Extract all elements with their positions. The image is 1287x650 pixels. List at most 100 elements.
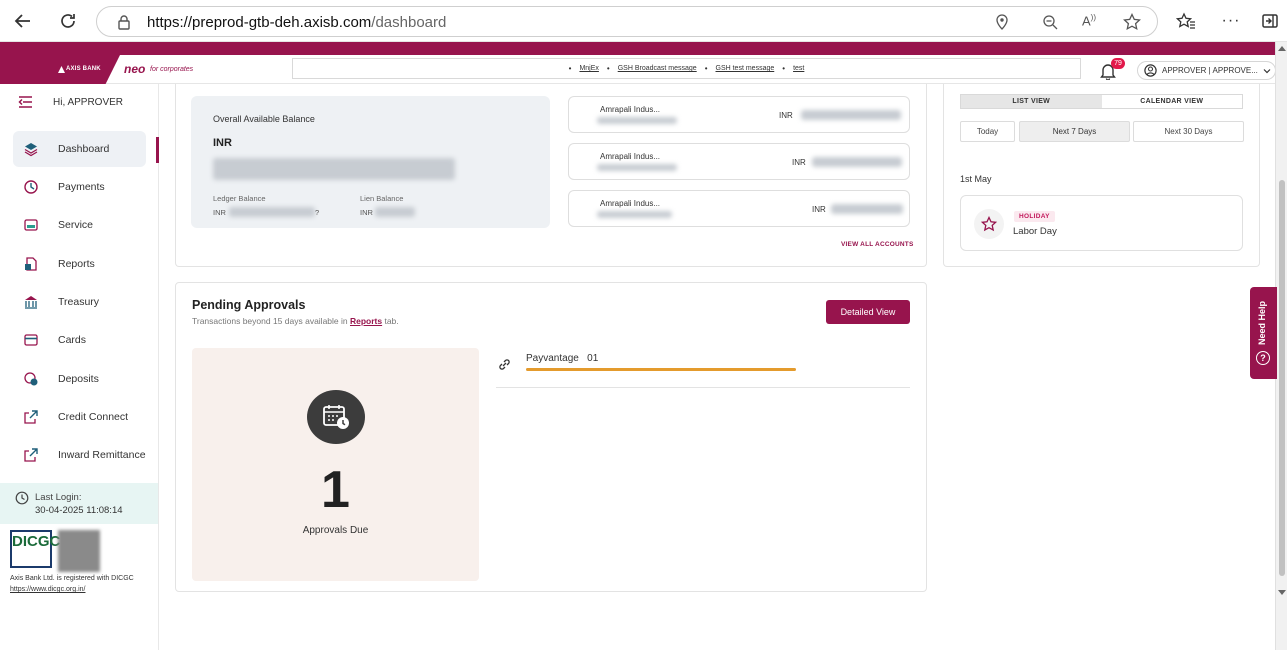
scroll-down-icon[interactable] [1278, 590, 1286, 595]
deposits-icon [24, 372, 38, 386]
product-subtitle: for corporates [150, 66, 194, 73]
scroll-thumb[interactable] [1279, 180, 1285, 576]
holiday-event-card[interactable]: HOLIDAY Labor Day [960, 195, 1243, 251]
account-card[interactable]: Amrapali Indus... INR [568, 190, 910, 227]
url-host: https://preprod-gtb-deh.axisb.com [147, 14, 372, 31]
sidebar-item-payments[interactable]: Payments [13, 169, 146, 205]
card-icon [24, 334, 38, 346]
sidebar-item-inward-remittance[interactable]: Inward Remittance [13, 437, 146, 473]
approvals-due-panel[interactable]: 1 Approvals Due [192, 348, 479, 581]
axis-logo-block[interactable]: AXIS BANK [0, 55, 120, 84]
detailed-view-button[interactable]: Detailed View [826, 300, 910, 324]
user-avatar-icon [1144, 64, 1157, 77]
dicgc-logo: DICGC [10, 530, 60, 568]
ticker-item[interactable]: MnjEx [579, 65, 598, 72]
axis-logo-icon [58, 66, 65, 73]
calendar-clock-icon [307, 390, 365, 444]
sidebar-item-label: Cards [58, 334, 87, 346]
user-name: APPROVER | APPROVE... [1162, 66, 1258, 75]
zoom-out-icon[interactable] [1042, 14, 1058, 35]
payments-icon [24, 180, 38, 194]
active-indicator [156, 137, 159, 163]
last-login-label: Last Login: [35, 492, 82, 503]
refresh-icon[interactable] [55, 8, 81, 34]
pending-approvals-subtitle: Transactions beyond 15 days available in… [192, 316, 399, 326]
subtitle-text: Transactions beyond 15 days available in [192, 316, 350, 326]
read-aloud-icon[interactable]: A)) [1082, 13, 1096, 28]
sidebar-item-cards[interactable]: Cards [13, 322, 146, 358]
masked-account-balance [812, 157, 902, 167]
range-next-7-days-button[interactable]: Next 7 Days [1019, 121, 1130, 142]
subtitle-text: tab. [382, 316, 399, 326]
browser-toolbar: https://preprod-gtb-deh.axisb.com/dashbo… [0, 0, 1287, 42]
more-options-icon[interactable]: ··· [1218, 8, 1244, 34]
ticker-item[interactable]: GSH test message [716, 65, 775, 72]
account-card[interactable]: Amrapali Indus... INR [568, 143, 910, 180]
address-bar[interactable]: https://preprod-gtb-deh.axisb.com/dashbo… [96, 6, 1158, 37]
sidebar-item-label: Treasury [58, 296, 100, 308]
account-card[interactable]: Amrapali Indus... INR [568, 96, 910, 133]
approvals-count: 1 [321, 461, 350, 519]
scroll-up-icon[interactable] [1278, 46, 1286, 51]
ticker-item[interactable]: GSH Broadcast message [618, 65, 697, 72]
view-all-accounts-link[interactable]: VIEW ALL ACCOUNTS [841, 241, 914, 248]
balance-panel: Overall Available Balance INR Ledger Bal… [191, 96, 550, 228]
account-name: Amrapali Indus... [600, 152, 661, 161]
need-help-label: Need Help [1257, 301, 1267, 346]
sidebar-item-label: Reports [58, 258, 95, 270]
url-path: /dashboard [371, 14, 447, 31]
dicgc-link[interactable]: https://www.dicgc.org.in/ [10, 586, 85, 593]
link-icon [499, 359, 510, 370]
sidebar-item-service[interactable]: Service [13, 207, 146, 243]
tab-calendar-view[interactable]: CALENDAR VIEW [1102, 95, 1243, 108]
chevron-down-icon [1263, 68, 1271, 73]
reports-link[interactable]: Reports [350, 316, 382, 326]
user-menu[interactable]: APPROVER | APPROVE... [1137, 61, 1276, 80]
range-next-30-days-button[interactable]: Next 30 Days [1133, 121, 1244, 142]
product-label: Payvantage 01 [526, 353, 599, 364]
favorite-star-icon[interactable] [1123, 12, 1141, 36]
sidebar-toggle-icon[interactable] [1257, 8, 1283, 34]
sidebar-item-treasury[interactable]: Treasury [13, 284, 146, 320]
location-icon[interactable] [995, 14, 1009, 35]
balance-currency: INR [213, 137, 232, 149]
sidebar-item-credit-connect[interactable]: Credit Connect [13, 399, 146, 435]
greeting: Hi, APPROVER [53, 96, 124, 108]
bullet: • [568, 64, 572, 73]
ticker-item[interactable]: test [793, 65, 804, 72]
need-help-tab[interactable]: Need Help ? [1250, 287, 1277, 379]
range-today-button[interactable]: Today [960, 121, 1015, 142]
sidebar-item-label: Payments [58, 181, 105, 193]
collapse-menu-icon[interactable] [18, 96, 33, 108]
favorites-icon[interactable] [1173, 8, 1199, 34]
ledger-suffix: ? [315, 208, 320, 217]
sidebar-item-reports[interactable]: Reports [13, 246, 146, 282]
back-arrow-icon[interactable] [10, 8, 36, 34]
lock-icon[interactable] [117, 14, 131, 35]
dicgc-note: Axis Bank Ltd. is registered with DICGC [10, 575, 134, 582]
last-login-panel: Last Login: 30-04-2025 11:08:14 [0, 483, 158, 524]
approval-product-row[interactable]: Payvantage 01 [496, 350, 910, 388]
lien-currency: INR [360, 208, 373, 217]
ledger-currency: INR [213, 208, 226, 217]
app-header: AXIS BANK neo for corporates • MnjEx • G… [0, 55, 1276, 84]
balance-title: Overall Available Balance [213, 114, 315, 124]
sidebar: Hi, APPROVER Dashboard Payments Service … [0, 84, 159, 650]
bank-name: AXIS BANK [66, 66, 101, 72]
sidebar-item-label: Deposits [58, 373, 99, 385]
star-icon [974, 209, 1004, 239]
masked-account-balance [801, 110, 901, 120]
sidebar-header: Hi, APPROVER [18, 96, 123, 108]
external-link-icon [24, 448, 38, 462]
view-toggle: LIST VIEW CALENDAR VIEW [960, 94, 1243, 109]
tab-list-view[interactable]: LIST VIEW [961, 95, 1102, 108]
masked-balance [213, 158, 455, 180]
external-link-icon [24, 410, 38, 424]
account-currency: INR [779, 111, 793, 120]
bullet: • [704, 64, 708, 73]
sidebar-item-dashboard[interactable]: Dashboard [13, 131, 146, 167]
holiday-tag: HOLIDAY [1014, 211, 1055, 222]
sidebar-item-deposits[interactable]: Deposits [13, 361, 146, 397]
event-date: 1st May [960, 174, 992, 184]
url-text: https://preprod-gtb-deh.axisb.com/dashbo… [147, 14, 446, 31]
